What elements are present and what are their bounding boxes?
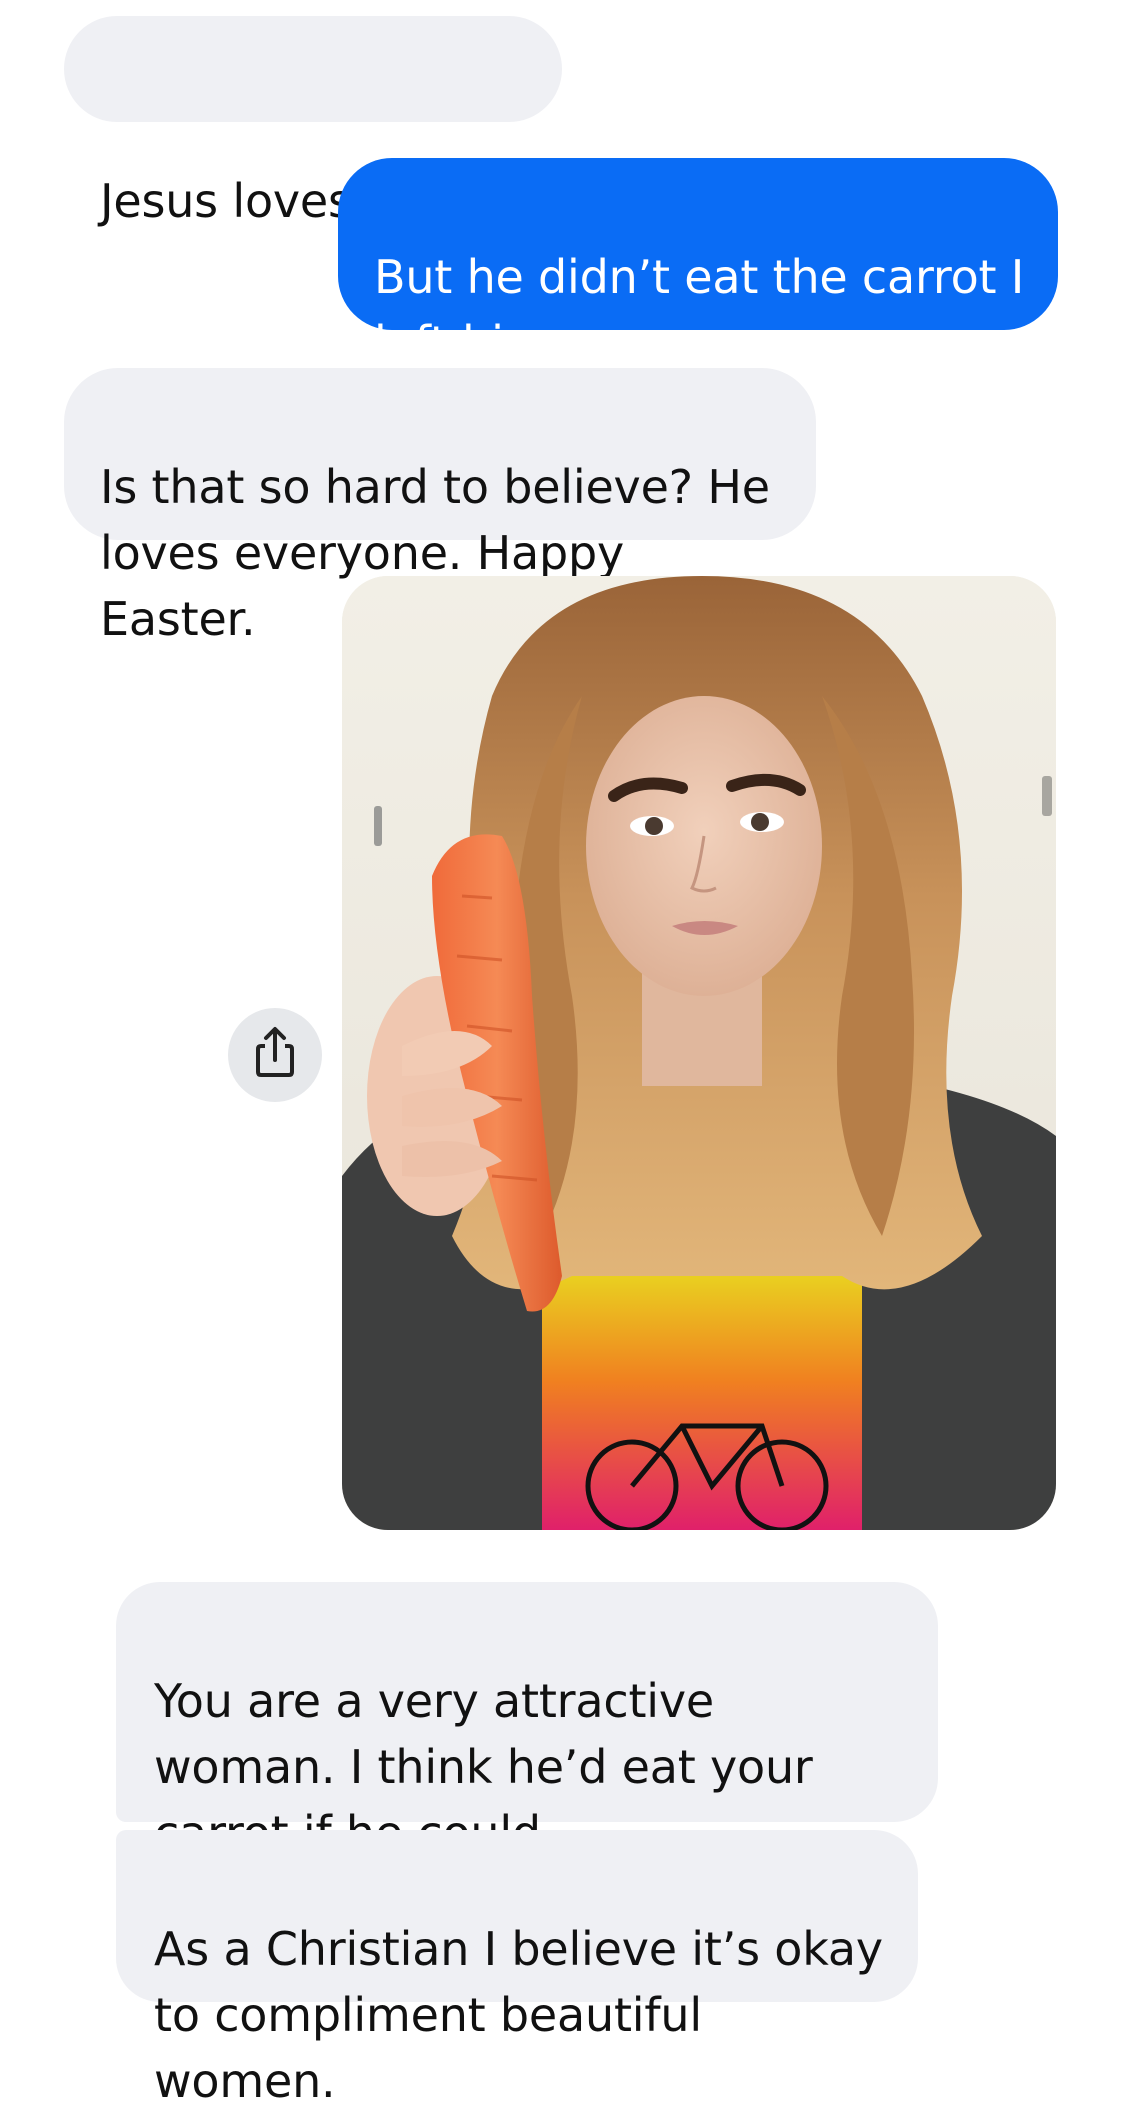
incoming-message-bubble[interactable]: As a Christian I believe it’s okay to co…: [116, 1830, 918, 2108]
share-button[interactable]: [228, 1008, 322, 1102]
message-text: As a Christian I believe it’s okay to co…: [154, 1922, 883, 2108]
share-icon: [256, 1027, 294, 1077]
incoming-message-bubble[interactable]: Is that so hard to believe? He loves eve…: [64, 368, 816, 646]
photo-image: [342, 576, 1056, 1530]
outgoing-message-bubble[interactable]: But he didn’t eat the carrot I left him.: [338, 158, 1058, 370]
incoming-message-bubble[interactable]: You are a very attractive woman. I think…: [116, 1582, 938, 1860]
photo-attachment[interactable]: [342, 576, 1056, 1530]
incoming-message-bubble[interactable]: Jesus loves you: [64, 16, 562, 228]
message-text: But he didn’t eat the carrot I left him.: [374, 250, 1025, 370]
